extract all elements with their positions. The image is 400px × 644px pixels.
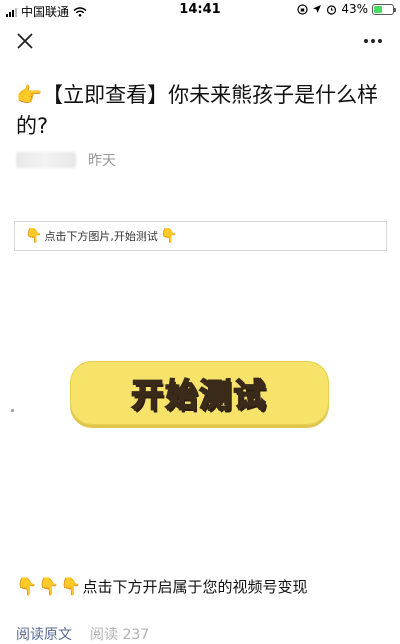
promo-label: 点击下方开启属于您的视频号变现 [82,578,308,596]
read-count: 阅读 237 [90,627,150,643]
hint-text: 点击下方图片,开始测试 [44,230,158,243]
hint-box: 👇 点击下方图片,开始测试 👇 [14,221,387,251]
close-button[interactable] [12,28,38,54]
point-down-icon: 👇 [25,228,43,244]
battery-icon [372,3,396,15]
decorative-dot [11,409,14,412]
article-title: 👉【立即查看】你未来熊孩子是什么样的? [16,80,386,142]
article-meta: 昨天 [16,150,116,170]
point-down-icon: 👇 [159,228,178,244]
publish-date: 昨天 [88,153,116,169]
battery-percent: 43% [341,2,368,16]
rotation-lock-icon [297,3,308,15]
read-original-link[interactable]: 阅读原文 [16,624,72,644]
author-name-blurred[interactable] [16,152,76,168]
more-dots-icon [364,39,368,43]
nav-bar [0,20,400,62]
alarm-icon [327,4,337,15]
article-title-text: 【立即查看】你未来熊孩子是什么样的? [16,83,379,138]
point-down-icon: 👇 [60,576,82,597]
status-right: 43% [297,2,396,16]
article-footer: 阅读原文 阅读 237 [16,624,149,644]
more-button[interactable] [360,28,386,54]
promo-text: 👇 👇 👇 点击下方开启属于您的视频号变现 [16,576,308,597]
point-down-icon: 👇 [16,576,38,597]
start-test-button[interactable]: 开始测试 [70,361,329,425]
pointing-hand-icon: 👉 [16,83,43,107]
battery-fill [374,5,382,13]
close-icon [17,33,33,49]
status-bar: 中国联通 14:41 43% [0,0,400,20]
point-down-icon: 👇 [38,576,60,597]
location-icon [313,5,322,13]
start-test-label: 开始测试 [130,375,268,415]
